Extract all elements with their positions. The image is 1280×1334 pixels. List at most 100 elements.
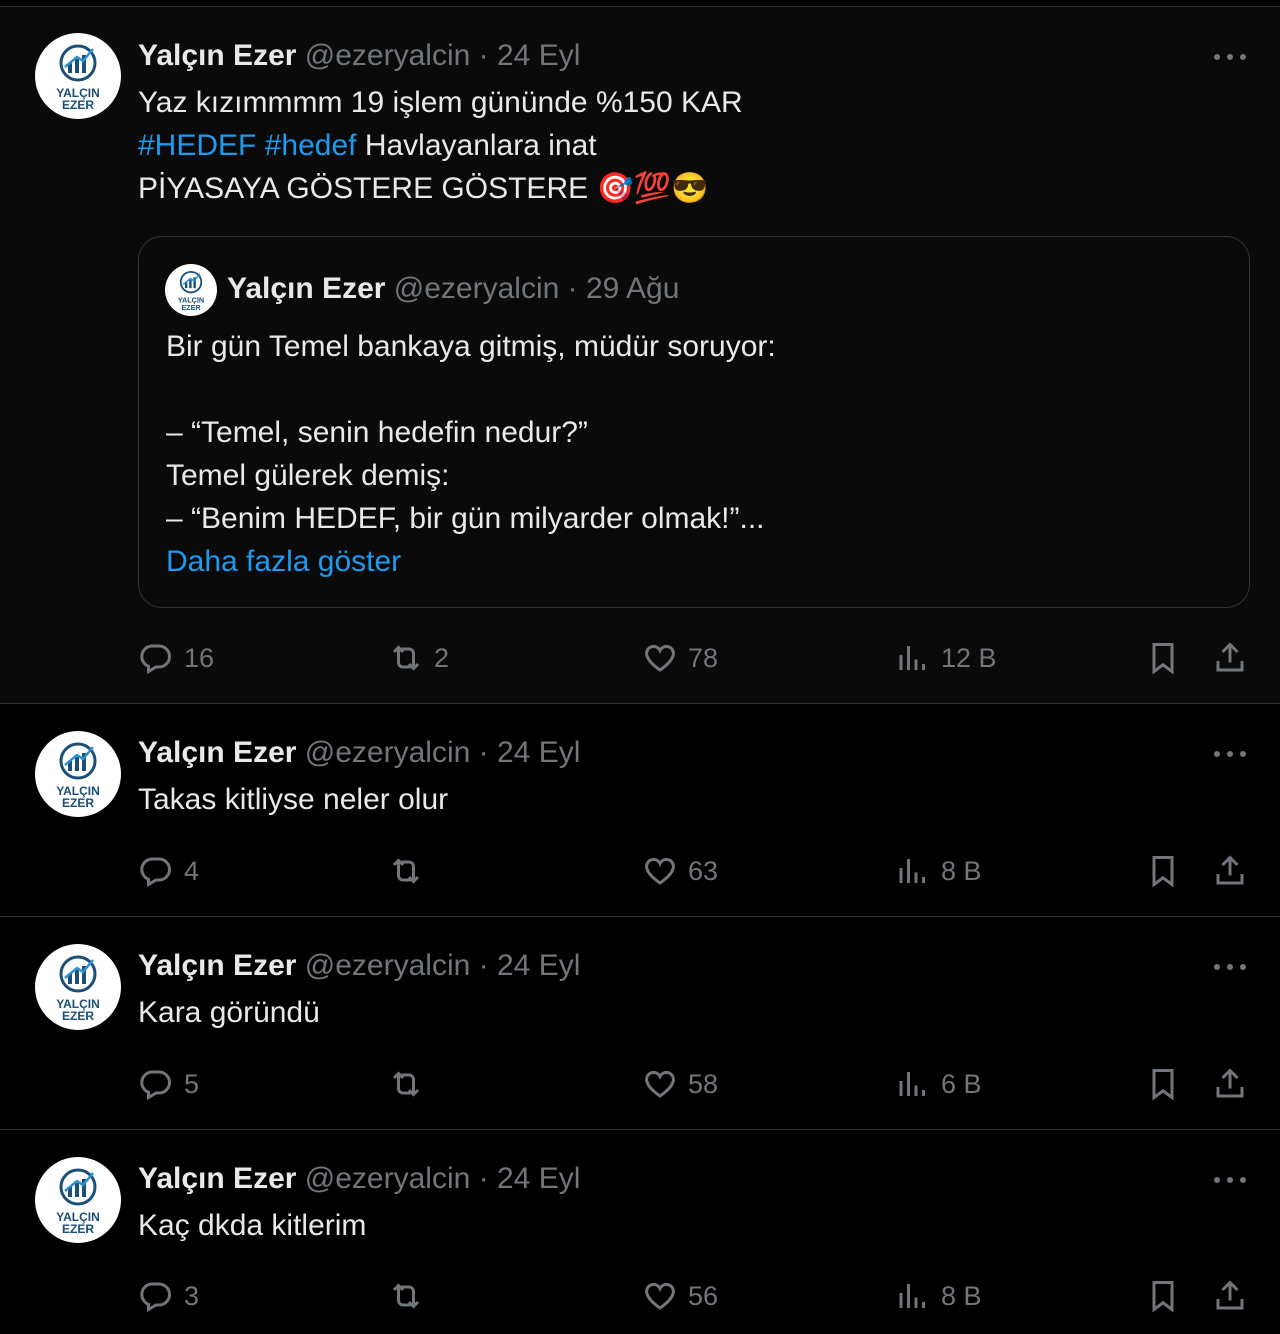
views-count: 12 B (941, 642, 997, 673)
tweet[interactable]: YALÇIN EZER Yalçın Ezer @ezeryalcin · 24… (0, 704, 1280, 917)
author-handle[interactable]: @ezeryalcin (394, 272, 560, 305)
views-count: 8 B (941, 855, 982, 886)
like-icon (645, 644, 675, 672)
author-name[interactable]: Yalçın Ezer (138, 949, 296, 982)
bookmark-icon (1152, 1281, 1174, 1313)
share-icon (1216, 642, 1244, 672)
bookmark-button[interactable] (1145, 849, 1181, 893)
views-button[interactable]: 8 B (895, 849, 982, 893)
separator: · (478, 1162, 489, 1195)
show-more-link[interactable]: Daha fazla göster (166, 540, 776, 583)
reply-button[interactable]: 5 (138, 1062, 199, 1106)
reply-count: 16 (184, 642, 215, 673)
quote-line: – “Temel, senin hedefin nedur?” (166, 416, 588, 449)
share-icon (1216, 1068, 1244, 1098)
avatar[interactable]: YALÇIN EZER (35, 944, 121, 1030)
tweet-date[interactable]: 24 Eyl (497, 736, 580, 769)
retweet-button[interactable] (388, 1274, 434, 1318)
avatar[interactable]: YALÇIN EZER (165, 264, 217, 316)
tweet-text: Kara göründü (138, 996, 320, 1029)
reply-button[interactable]: 16 (138, 636, 214, 680)
author-name[interactable]: Yalçın Ezer (227, 272, 385, 305)
tweet-text: Kaç dkda kitlerim (138, 1209, 367, 1242)
reply-count: 4 (184, 855, 200, 886)
like-count: 63 (688, 855, 719, 886)
bookmark-button[interactable] (1145, 636, 1181, 680)
reply-icon (140, 644, 171, 675)
share-button[interactable] (1212, 1274, 1248, 1318)
bookmark-button[interactable] (1145, 1274, 1181, 1318)
avatar-logo-text-2: EZER (62, 98, 94, 112)
separator: · (478, 949, 489, 982)
action-bar: 16 2 78 12 B (0, 636, 1280, 680)
like-button[interactable]: 78 (642, 636, 718, 680)
like-button[interactable]: 63 (642, 849, 718, 893)
quote-text: Bir gün Temel bankaya gitmiş, müdür soru… (166, 325, 776, 583)
author-handle[interactable]: @ezeryalcin (305, 736, 471, 769)
tweet-date[interactable]: 24 Eyl (497, 949, 580, 982)
like-button[interactable]: 58 (642, 1062, 718, 1106)
reply-button[interactable]: 4 (138, 849, 199, 893)
quote-header: Yalçın Ezer @ezeryalcin · 29 Ağu (227, 271, 679, 307)
views-button[interactable]: 8 B (895, 1274, 982, 1318)
reply-count: 5 (184, 1068, 200, 1099)
reply-icon (140, 857, 171, 888)
tweet[interactable]: YALÇIN EZER Yalçın Ezer @ezeryalcin · 24… (0, 7, 1280, 704)
emoji: 🎯💯😎 (596, 172, 709, 205)
tweet-header: Yalçın Ezer @ezeryalcin · 24 Eyl (138, 948, 580, 984)
bookmark-icon (1152, 643, 1174, 675)
quoted-tweet[interactable]: YALÇIN EZER Yalçın Ezer @ezeryalcin · 29… (138, 236, 1250, 608)
avatar[interactable]: YALÇIN EZER (35, 1157, 121, 1243)
retweet-icon (392, 1283, 420, 1309)
action-bar: 4 63 8 B (0, 849, 1280, 893)
like-button[interactable]: 56 (642, 1274, 718, 1318)
retweet-button[interactable] (388, 1062, 434, 1106)
like-count: 58 (688, 1068, 719, 1099)
reply-icon (140, 1070, 171, 1101)
views-icon (899, 1284, 925, 1308)
author-handle[interactable]: @ezeryalcin (305, 39, 471, 72)
author-name[interactable]: Yalçın Ezer (138, 1162, 296, 1195)
reply-icon (140, 1282, 171, 1313)
more-icon[interactable] (1214, 961, 1246, 973)
share-button[interactable] (1212, 1062, 1248, 1106)
author-name[interactable]: Yalçın Ezer (138, 736, 296, 769)
quote-line: Temel gülerek demiş: (166, 459, 450, 492)
share-button[interactable] (1212, 636, 1248, 680)
tweet-text: Yaz kızımmmm 19 işlem gününde %150 KAR #… (138, 81, 743, 210)
tweet-line: #HEDEF #hedef Havlayanlara inat (138, 124, 743, 167)
avatar[interactable]: YALÇIN EZER (35, 33, 121, 119)
author-name[interactable]: Yalçın Ezer (138, 39, 296, 72)
retweet-button[interactable] (388, 849, 434, 893)
tweet[interactable]: YALÇIN EZER Yalçın Ezer @ezeryalcin · 24… (0, 1130, 1280, 1334)
more-icon[interactable] (1214, 51, 1246, 63)
tweet-line: Yaz kızımmmm 19 işlem gününde %150 KAR (138, 86, 743, 119)
views-button[interactable]: 12 B (895, 636, 997, 680)
tweet-date[interactable]: 24 Eyl (497, 39, 580, 72)
share-icon (1216, 1280, 1244, 1310)
more-icon[interactable] (1214, 748, 1246, 760)
hashtag[interactable]: #hedef (265, 129, 357, 162)
avatar-logo-text-2: EZER (62, 1222, 94, 1236)
hashtag[interactable]: #HEDEF (138, 129, 256, 162)
author-handle[interactable]: @ezeryalcin (305, 949, 471, 982)
quote-line: Bir gün Temel bankaya gitmiş, müdür soru… (166, 330, 776, 363)
author-handle[interactable]: @ezeryalcin (305, 1162, 471, 1195)
retweet-icon (392, 1071, 420, 1097)
retweet-button[interactable]: 2 (388, 636, 449, 680)
bookmark-button[interactable] (1145, 1062, 1181, 1106)
tweet[interactable]: YALÇIN EZER Yalçın Ezer @ezeryalcin · 24… (0, 917, 1280, 1130)
action-bar: 5 58 6 B (0, 1062, 1280, 1106)
tweet-line-text: Havlayanlara inat (364, 129, 597, 162)
views-icon (899, 1072, 925, 1096)
like-count: 78 (688, 642, 719, 673)
reply-button[interactable]: 3 (138, 1274, 199, 1318)
action-bar: 3 56 8 B (0, 1274, 1280, 1318)
quote-line: – “Benim HEDEF, bir gün milyarder olmak!… (166, 502, 765, 535)
quote-date[interactable]: 29 Ağu (586, 272, 679, 305)
views-button[interactable]: 6 B (895, 1062, 982, 1106)
share-button[interactable] (1212, 849, 1248, 893)
tweet-date[interactable]: 24 Eyl (497, 1162, 580, 1195)
avatar[interactable]: YALÇIN EZER (35, 731, 121, 817)
more-icon[interactable] (1214, 1174, 1246, 1186)
